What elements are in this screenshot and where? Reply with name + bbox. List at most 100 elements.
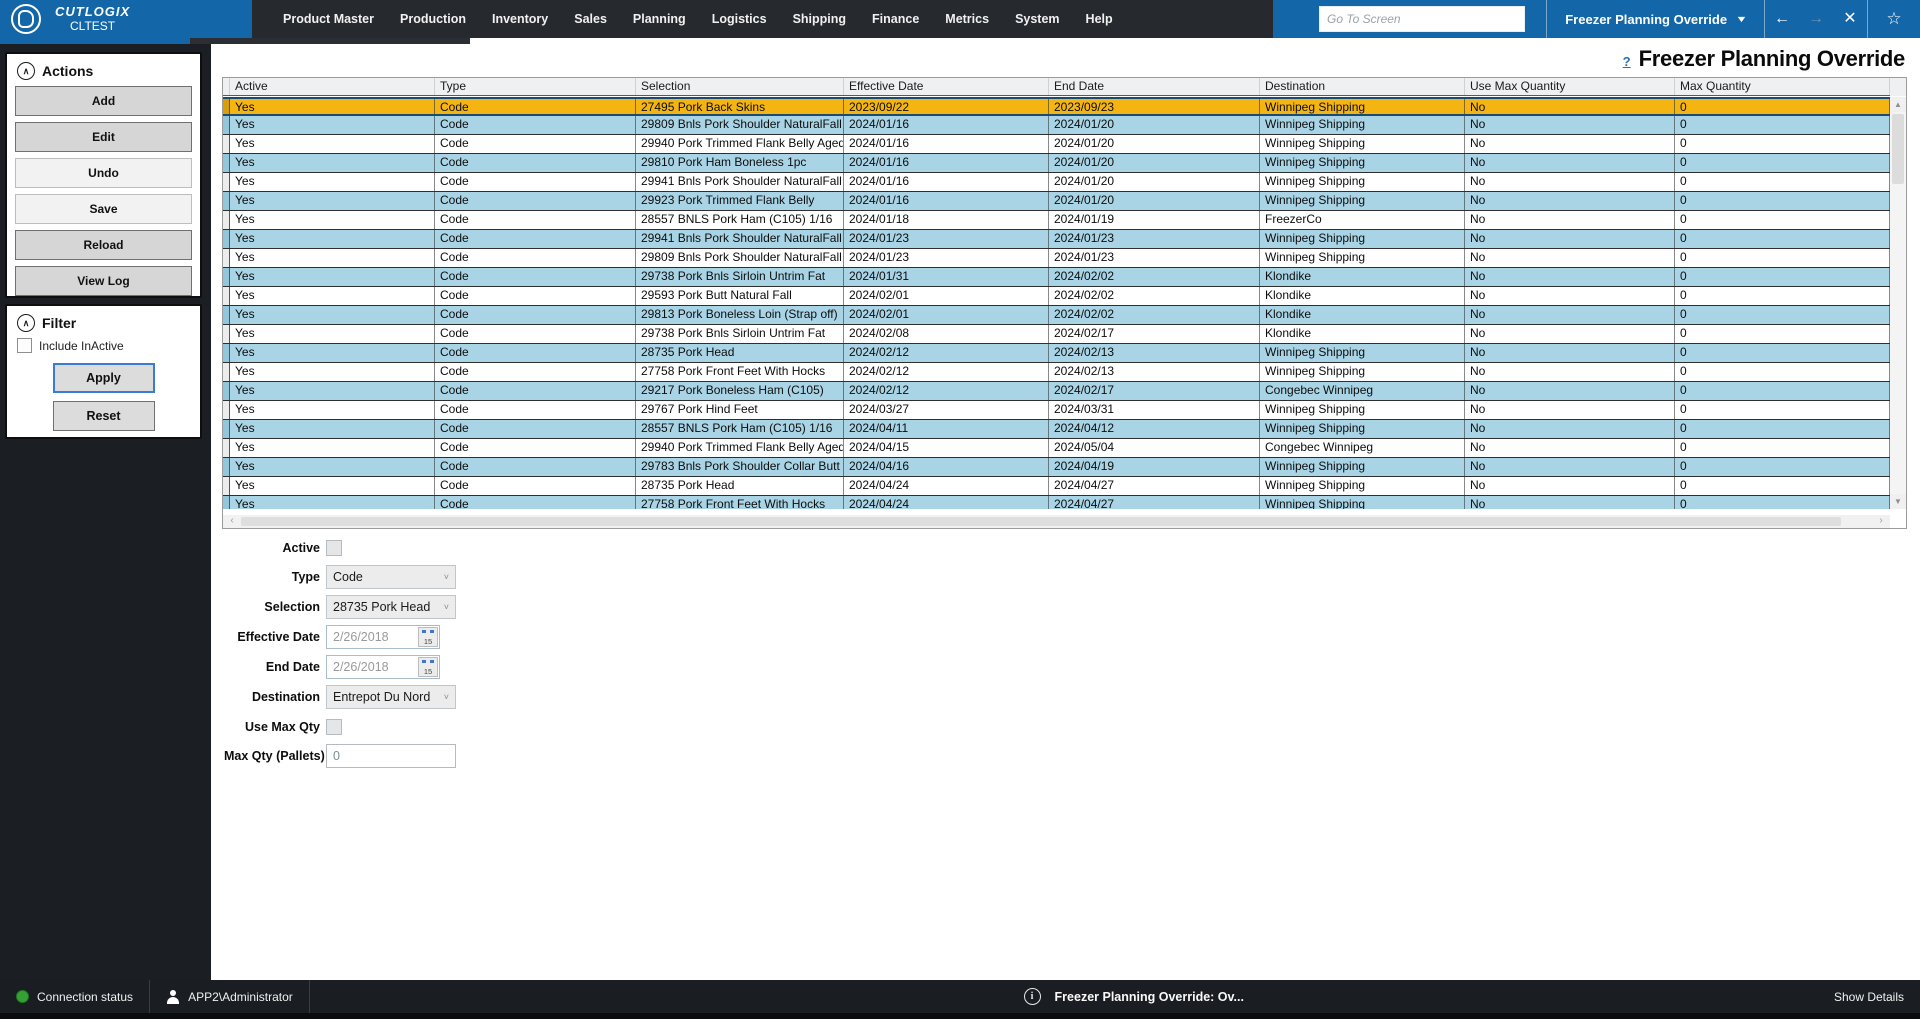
table-row[interactable]: YesCode29923 Pork Trimmed Flank Belly202… [223,192,1890,211]
collapse-chevron-icon[interactable]: ∧ [17,62,35,80]
table-cell: No [1465,192,1675,210]
table-row[interactable]: YesCode29941 Bnls Pork Shoulder NaturalF… [223,230,1890,249]
table-row[interactable]: YesCode29809 Bnls Pork Shoulder NaturalF… [223,116,1890,135]
table-row[interactable]: YesCode29593 Pork Butt Natural Fall2024/… [223,287,1890,306]
horizontal-scroll-thumb[interactable] [241,517,1841,526]
table-cell: 2024/02/13 [1049,344,1260,362]
effective-date-input[interactable]: 2/26/2018 15 [326,625,440,649]
table-cell: 28557 BNLS Pork Ham (C105) 1/16 [636,420,844,438]
horizontal-scrollbar[interactable]: ‹ › [223,515,1890,528]
column-header-selection[interactable]: Selection [636,78,844,95]
table-row[interactable]: YesCode29738 Pork Bnls Sirloin Untrim Fa… [223,325,1890,344]
table-row[interactable]: YesCode29941 Bnls Pork Shoulder NaturalF… [223,173,1890,192]
menu-item-planning[interactable]: Planning [620,12,699,26]
effective-date-label: Effective Date [224,630,320,644]
table-row[interactable]: YesCode29813 Pork Boneless Loin (Strap o… [223,306,1890,325]
menu-item-production[interactable]: Production [387,12,479,26]
menu-item-system[interactable]: System [1002,12,1072,26]
selection-dropdown[interactable]: 28735 Pork Head ˅ [326,595,456,619]
apply-button[interactable]: Apply [53,363,155,393]
menu-item-finance[interactable]: Finance [859,12,932,26]
table-row[interactable]: YesCode29783 Bnls Pork Shoulder Collar B… [223,458,1890,477]
show-details-link[interactable]: Show Details [1834,990,1904,1004]
connection-status-icon [16,990,29,1003]
type-label: Type [224,570,320,584]
collapse-chevron-icon[interactable]: ∧ [17,314,35,332]
row-header-strip [223,287,230,305]
menu-item-metrics[interactable]: Metrics [932,12,1002,26]
add-button[interactable]: Add [15,86,192,116]
table-row[interactable]: YesCode29940 Pork Trimmed Flank Belly Ag… [223,439,1890,458]
table-cell: 2024/01/16 [844,173,1049,191]
table-row[interactable]: YesCode27758 Pork Front Feet With Hocks2… [223,496,1890,509]
calendar-icon[interactable]: 15 [418,657,438,677]
table-cell: 2024/04/24 [844,477,1049,495]
table-cell: Winnipeg Shipping [1260,99,1465,114]
menu-item-logistics[interactable]: Logistics [699,12,780,26]
type-dropdown[interactable]: Code ˅ [326,565,456,589]
destination-dropdown[interactable]: Entrepot Du Nord ˅ [326,685,456,709]
table-cell: 2024/02/02 [1049,287,1260,305]
table-row[interactable]: YesCode28557 BNLS Pork Ham (C105) 1/1620… [223,420,1890,439]
table-cell: Winnipeg Shipping [1260,401,1465,419]
edit-button[interactable]: Edit [15,122,192,152]
active-checkbox[interactable] [326,540,342,556]
vertical-scrollbar[interactable]: ▲ ▼ [1890,97,1906,509]
table-cell: 0 [1675,496,1890,509]
scroll-right-icon[interactable]: › [1874,515,1888,528]
table-cell: 2024/04/16 [844,458,1049,476]
table-row[interactable]: YesCode29940 Pork Trimmed Flank Belly Ag… [223,135,1890,154]
column-header-effective-date[interactable]: Effective Date [844,78,1049,95]
table-row[interactable]: YesCode29767 Pork Hind Feet2024/03/27202… [223,401,1890,420]
menu-item-shipping[interactable]: Shipping [780,12,859,26]
scroll-left-icon[interactable]: ‹ [225,515,239,528]
menu-item-help[interactable]: Help [1073,12,1126,26]
back-button[interactable]: ← [1765,0,1799,38]
end-date-input[interactable]: 2/26/2018 15 [326,655,440,679]
menu-item-inventory[interactable]: Inventory [479,12,561,26]
max-qty-pallets-input[interactable]: 0 [326,744,456,768]
reset-button[interactable]: Reset [53,401,155,431]
view-log-button[interactable]: View Log [15,266,192,296]
menu-item-product-master[interactable]: Product Master [270,12,387,26]
table-cell: Yes [230,192,435,210]
column-header-use-max-quantity[interactable]: Use Max Quantity [1465,78,1675,95]
table-cell: No [1465,287,1675,305]
reload-button[interactable]: Reload [15,230,192,260]
help-link[interactable]: ? [1623,54,1631,69]
scroll-up-icon[interactable]: ▲ [1890,97,1906,112]
table-row[interactable]: YesCode28735 Pork Head2024/04/242024/04/… [223,477,1890,496]
table-row[interactable]: YesCode28557 BNLS Pork Ham (C105) 1/1620… [223,211,1890,230]
info-icon[interactable]: i [1024,988,1041,1005]
column-header-destination[interactable]: Destination [1260,78,1465,95]
column-header-type[interactable]: Type [435,78,636,95]
vertical-scroll-thumb[interactable] [1892,114,1904,184]
table-row[interactable]: YesCode29738 Pork Bnls Sirloin Untrim Fa… [223,268,1890,287]
table-row[interactable]: YesCode28735 Pork Head2024/02/122024/02/… [223,344,1890,363]
table-row[interactable]: YesCode29809 Bnls Pork Shoulder NaturalF… [223,249,1890,268]
table-cell: 2024/01/18 [844,211,1049,229]
use-max-qty-checkbox[interactable] [326,719,342,735]
table-cell: No [1465,325,1675,343]
calendar-icon[interactable]: 15 [418,627,438,647]
column-header-end-date[interactable]: End Date [1049,78,1260,95]
chevron-down-icon: ▼ [1735,14,1747,24]
include-inactive-checkbox[interactable] [17,338,32,353]
table-row[interactable]: YesCode27758 Pork Front Feet With Hocks2… [223,363,1890,382]
screen-selector-dropdown[interactable]: Freezer Planning Override ▼ [1547,0,1764,38]
favorite-star-button[interactable]: ☆ [1868,0,1920,38]
column-header-active[interactable]: Active [230,78,435,95]
scroll-down-icon[interactable]: ▼ [1890,494,1906,509]
table-cell: 2024/01/23 [1049,230,1260,248]
close-screen-button[interactable]: ✕ [1833,0,1867,38]
table-cell: 2024/01/31 [844,268,1049,286]
table-cell: 0 [1675,287,1890,305]
table-row[interactable]: YesCode29217 Pork Boneless Ham (C105)202… [223,382,1890,401]
column-header-max-quantity[interactable]: Max Quantity [1675,78,1890,95]
go-to-screen-input[interactable] [1319,6,1525,32]
menu-item-sales[interactable]: Sales [561,12,620,26]
table-cell: Congebec Winnipeg [1260,439,1465,457]
table-row[interactable]: YesCode29810 Pork Ham Boneless 1pc2024/0… [223,154,1890,173]
grid-header-row: ActiveTypeSelectionEffective DateEnd Dat… [223,78,1890,96]
table-row[interactable]: YesCode27495 Pork Back Skins2023/09/2220… [223,97,1890,116]
